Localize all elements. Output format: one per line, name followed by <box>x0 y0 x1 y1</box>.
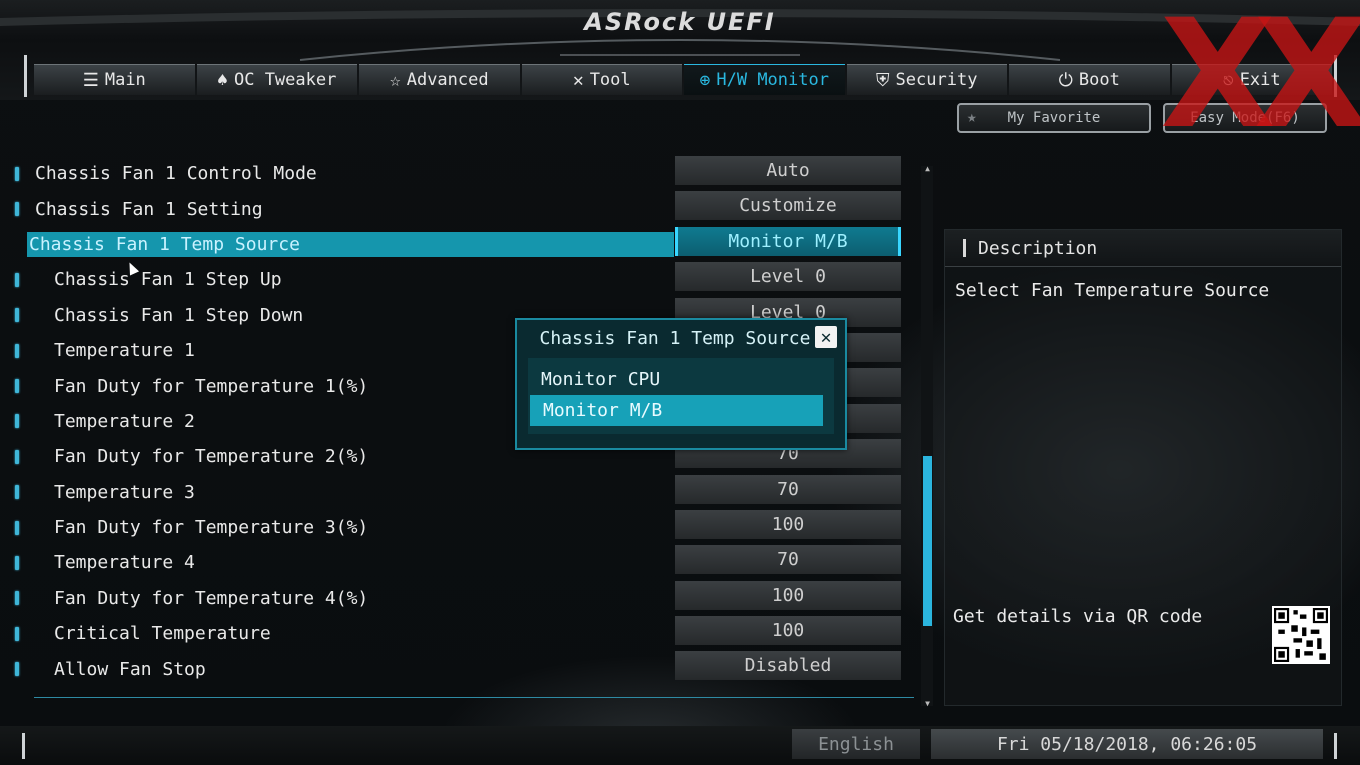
setting-row[interactable]: Temperature 3 <box>12 475 672 510</box>
scrollbar[interactable]: ▲ ▼ <box>921 164 933 708</box>
setting-row[interactable]: Fan Duty for Temperature 4(%) <box>12 581 672 616</box>
description-header: Description <box>945 230 1341 267</box>
main-tabs: ☰ Main ♠ OC Tweaker ☆ Advanced ✕ Tool ⊕ H/W M… <box>34 64 1334 96</box>
header-edge-left <box>24 55 27 97</box>
qr-caption: Get details via QR code <box>953 606 1203 627</box>
setting-row[interactable]: Allow Fan Stop <box>12 651 672 686</box>
bullet-icon <box>15 379 19 394</box>
language-button[interactable]: English <box>792 729 920 759</box>
setting-value[interactable]: 70 <box>675 545 901 575</box>
temp-source-popup: Chassis Fan 1 Temp Source ✕ Monitor CPU … <box>515 318 847 450</box>
setting-row[interactable]: Chassis Fan 1 Step Up <box>12 262 672 297</box>
bullet-icon <box>15 414 19 429</box>
option-monitor-mb[interactable]: Monitor M/B <box>530 395 823 426</box>
setting-value[interactable]: Disabled <box>675 651 901 681</box>
scrollbar-thumb[interactable] <box>923 456 932 626</box>
setting-value[interactable]: Customize <box>675 191 901 221</box>
setting-value[interactable]: 100 <box>675 509 901 539</box>
tab-hw-monitor[interactable]: ⊕ H/W Monitor <box>684 64 845 95</box>
watermark: XX <box>1160 0 1360 162</box>
bullet-icon <box>15 202 19 217</box>
tools-icon: ✕ <box>572 69 584 91</box>
list-divider <box>34 697 914 698</box>
tab-oc-tweaker[interactable]: ♠ OC Tweaker <box>196 64 357 95</box>
setting-value[interactable]: 100 <box>675 616 901 646</box>
setting-row-selected[interactable]: Chassis Fan 1 Temp Source <box>12 227 674 262</box>
tab-advanced[interactable]: ☆ Advanced <box>359 64 520 95</box>
rocket-icon: ♠ <box>217 69 228 91</box>
bullet-icon <box>15 626 19 641</box>
setting-value-selected[interactable]: Monitor M/B <box>675 226 901 256</box>
tab-tool[interactable]: ✕ Tool <box>521 64 682 95</box>
bullet-icon <box>15 449 19 464</box>
tab-security[interactable]: ⛨ Security <box>846 64 1007 95</box>
setting-value[interactable]: Level 0 <box>675 262 901 292</box>
scroll-down-icon[interactable]: ▼ <box>923 699 932 708</box>
tab-main[interactable]: ☰ Main <box>34 64 195 95</box>
bullet-icon <box>15 555 19 570</box>
header-marker <box>963 239 966 257</box>
bullet-icon <box>15 272 19 287</box>
star-icon: ☆ <box>389 69 401 91</box>
monitor-icon: ⊕ <box>699 69 711 91</box>
setting-row[interactable]: Temperature 4 <box>12 545 672 580</box>
footer-edge-left <box>22 733 25 759</box>
shield-icon: ⛨ <box>876 69 890 91</box>
option-monitor-cpu[interactable]: Monitor CPU <box>528 364 834 395</box>
power-icon: ⏻ <box>1058 69 1073 91</box>
popup-options: Monitor CPU Monitor M/B <box>528 358 834 434</box>
setting-row[interactable]: Critical Temperature <box>12 616 672 651</box>
bullet-icon <box>15 662 19 677</box>
star-icon: ★ <box>967 107 977 126</box>
scroll-up-icon[interactable]: ▲ <box>923 164 932 173</box>
setting-row[interactable]: Chassis Fan 1 Control Mode <box>12 156 672 191</box>
bullet-icon <box>15 166 19 181</box>
setting-value[interactable]: 100 <box>675 580 901 610</box>
setting-value[interactable]: Auto <box>675 156 901 185</box>
setting-value[interactable]: 70 <box>675 474 901 504</box>
bullet-icon <box>15 343 19 358</box>
bullet-icon <box>15 308 19 323</box>
footer-edge-right <box>1334 733 1337 759</box>
tab-boot[interactable]: ⏻ Boot <box>1009 64 1170 95</box>
list-icon: ☰ <box>82 69 99 91</box>
my-favorite-button[interactable]: ★ My Favorite <box>957 103 1151 133</box>
bullet-icon <box>15 520 19 535</box>
close-icon[interactable]: ✕ <box>815 326 837 348</box>
setting-row[interactable]: Chassis Fan 1 Setting <box>12 191 672 226</box>
bullet-icon <box>15 485 19 500</box>
popup-title: Chassis Fan 1 Temp Source <box>539 328 811 349</box>
description-panel: Description Select Fan Temperature Sourc… <box>944 229 1342 706</box>
datetime-display: Fri 05/18/2018, 06:26:05 <box>931 729 1323 759</box>
logo: ASRock UEFI <box>584 8 776 36</box>
qr-code-icon <box>1272 606 1330 664</box>
description-text: Select Fan Temperature Source <box>955 280 1270 301</box>
setting-row[interactable]: Fan Duty for Temperature 3(%) <box>12 510 672 545</box>
bullet-icon <box>15 591 19 606</box>
